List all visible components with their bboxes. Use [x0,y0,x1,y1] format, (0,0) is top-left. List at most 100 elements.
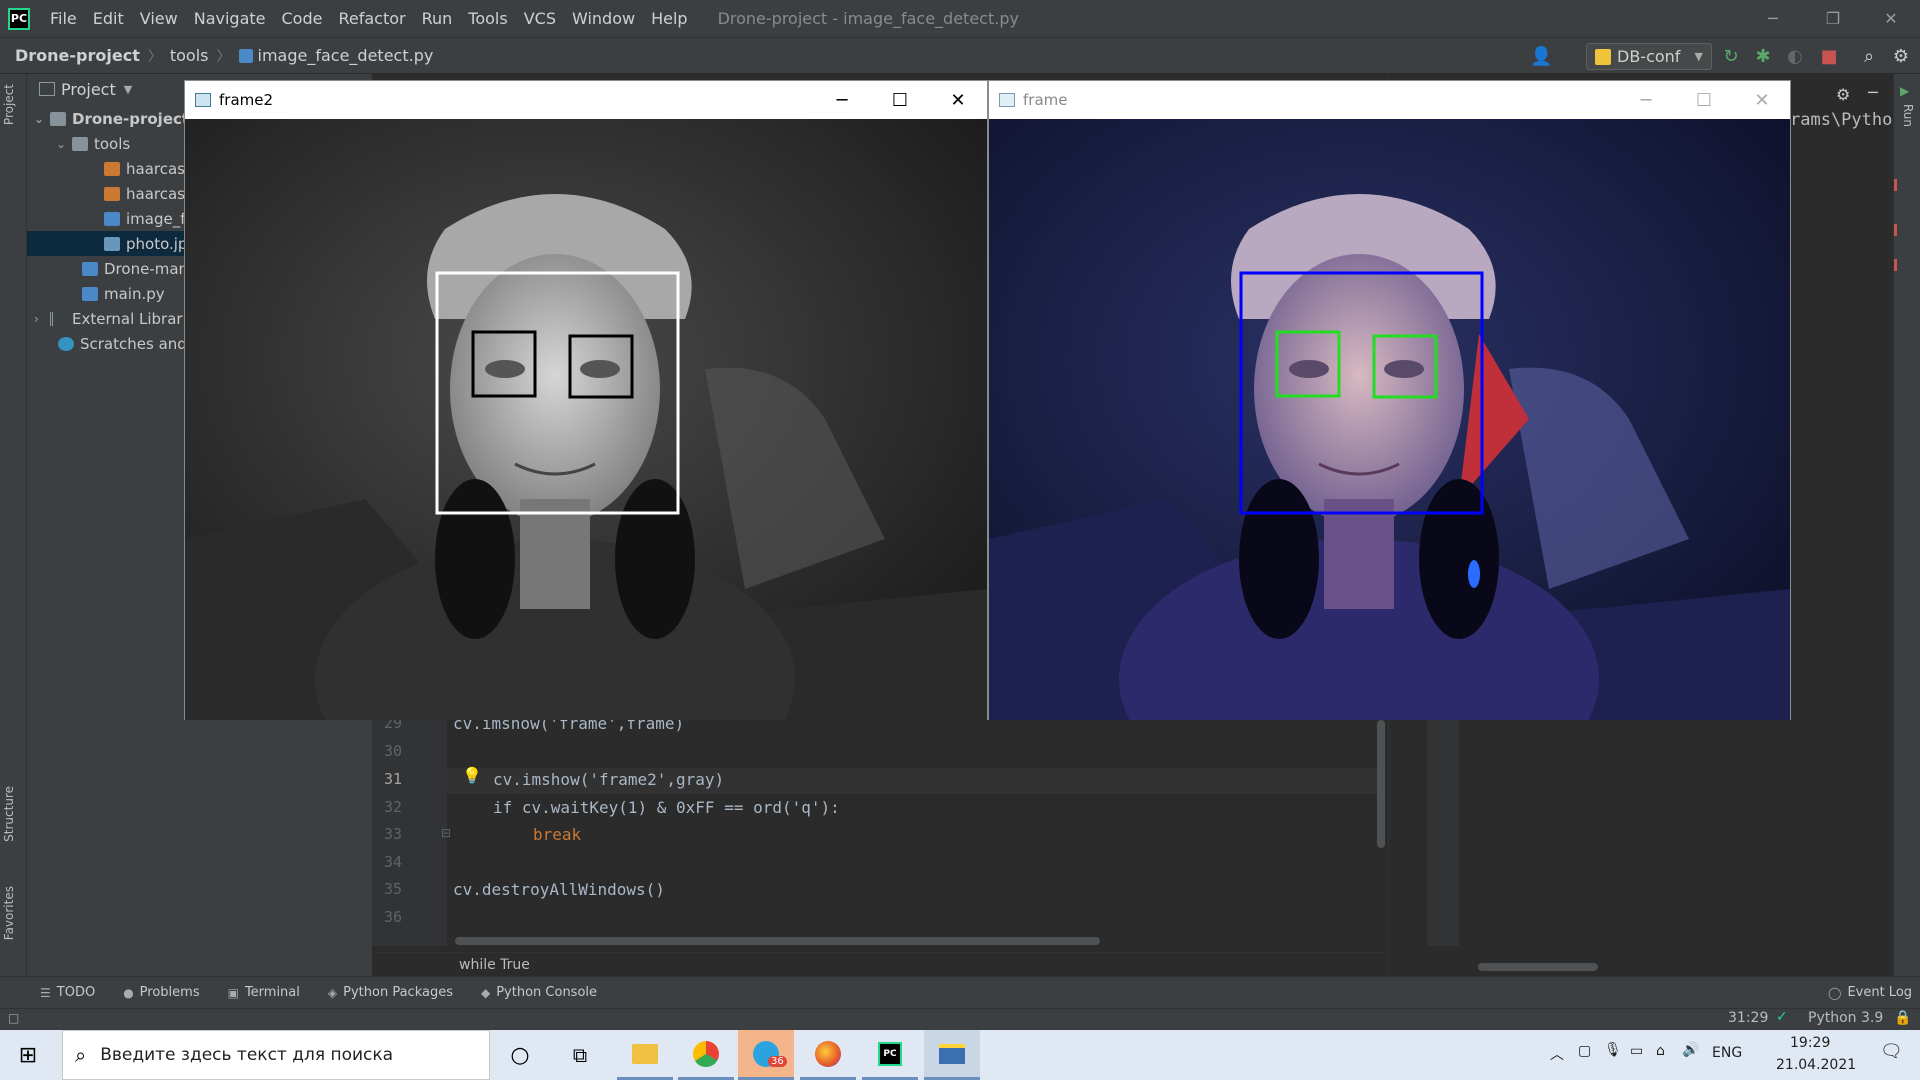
run-tool-tab[interactable]: Run [1901,104,1915,127]
caret-position[interactable]: 31:29 [1728,1010,1768,1026]
close-button[interactable]: ✕ [1862,0,1920,37]
cv-minimize-button[interactable]: ─ [1617,81,1675,119]
taskbar-file-explorer[interactable] [617,1030,673,1080]
restore-button[interactable]: ❐ [1804,0,1862,37]
settings-gear-icon[interactable]: ⚙ [1890,46,1912,68]
line-number: 34 [383,853,402,871]
taskbar-telegram[interactable]: 36 [738,1030,794,1080]
taskbar-firefox[interactable] [800,1030,856,1080]
notifications-icon[interactable]: 🗨 [1880,1041,1903,1062]
run-tab-play-icon: ▶ [1900,84,1910,98]
horizontal-scrollbar[interactable] [455,937,1100,945]
menu-tools[interactable]: Tools [460,9,515,28]
tree-item-haarcascade-2[interactable]: haarcasc [104,181,193,206]
cv-maximize-button[interactable]: ☐ [1675,81,1733,119]
python-file-icon [238,48,253,63]
run-settings-gear-icon[interactable]: ⚙ [1836,85,1850,104]
menu-run[interactable]: Run [414,9,461,28]
lock-icon[interactable]: 🔒 [1894,1010,1911,1026]
menu-edit[interactable]: Edit [85,9,132,28]
volume-icon[interactable]: 🔊 [1682,1042,1699,1058]
device-icon[interactable]: ▢ [1578,1043,1591,1059]
minimize-button[interactable]: ─ [1744,0,1802,37]
run-horizontal-scrollbar[interactable] [1478,963,1598,971]
run-configuration-select[interactable]: DB-conf ▼ [1586,43,1712,70]
start-button[interactable]: ⊞ [0,1030,56,1080]
opencv-window-frame2[interactable]: frame2 ─ ☐ ✕ [184,80,988,720]
menu-code[interactable]: Code [274,9,331,28]
rerun-icon[interactable]: ↻ [1720,46,1742,68]
network-icon[interactable]: ⌂ [1656,1043,1665,1059]
tree-item-drone-manager[interactable]: Drone-mana [82,256,197,281]
tab-todo[interactable]: ☰ TODO [40,985,95,1000]
cv-maximize-button[interactable]: ☐ [871,81,929,119]
terminal-icon: ▣ [227,985,239,1000]
tree-item-external-libraries[interactable]: › External Librarie [34,306,196,331]
breadcrumb-project[interactable]: Drone-project [15,46,140,65]
clock-date[interactable]: 21.04.2021 [1776,1057,1856,1073]
line-number: 32 [383,798,402,816]
taskbar-python-app[interactable] [924,1030,980,1080]
pycharm-status-icon: ✓ [1776,1009,1788,1025]
vertical-scrollbar[interactable] [1377,720,1385,848]
project-tool-tab[interactable]: Project [2,84,16,125]
tree-item-main-py[interactable]: main.py [82,281,165,306]
tab-python-packages[interactable]: ◈ Python Packages [328,985,453,1000]
project-view-icon [39,82,55,96]
menu-file[interactable]: File [42,9,85,28]
line-number: 31 [383,770,402,788]
menu-refactor[interactable]: Refactor [330,9,413,28]
cortana-button[interactable]: ○ [492,1030,548,1080]
taskbar-chrome[interactable] [678,1030,734,1080]
left-tool-stripe: Project Structure Favorites [0,74,27,976]
microphone-icon[interactable]: 🎙 [1604,1042,1622,1058]
interpreter-label[interactable]: Python 3.9 [1808,1010,1883,1026]
maximize-icon: ☐ [891,89,909,111]
breadcrumb-file[interactable]: image_face_detect.py [258,46,434,65]
pycharm-icon: PC [878,1041,902,1066]
cv-minimize-button[interactable]: ─ [813,81,871,119]
show-hidden-icons-chevron-icon[interactable]: ︿ [1550,1044,1564,1064]
tab-label: Problems [139,985,200,1000]
cv-close-button[interactable]: ✕ [929,81,987,119]
menu-window[interactable]: Window [564,9,643,28]
menu-help[interactable]: Help [643,9,695,28]
language-indicator[interactable]: ENG [1712,1045,1742,1061]
taskbar-pycharm[interactable]: PC [862,1030,918,1080]
tab-terminal[interactable]: ▣ Terminal [228,985,300,1000]
task-view-button[interactable]: ⧉ [552,1030,608,1080]
menu-vcs[interactable]: VCS [516,9,564,28]
tab-python-console[interactable]: ◆ Python Console [481,985,597,1000]
taskbar-search-box[interactable]: ⌕ Введите здесь текст для поиска [62,1030,490,1080]
hide-panel-icon[interactable]: ─ [1868,83,1878,102]
search-placeholder: Введите здесь текст для поиска [100,1045,394,1065]
tree-item-drone-project[interactable]: ⌄ Drone-project [34,106,189,131]
breadcrumb-folder[interactable]: tools [170,46,209,65]
menu-view[interactable]: View [132,9,186,28]
cv-close-button[interactable]: ✕ [1733,81,1791,119]
tab-problems[interactable]: ● Problems [123,985,199,1000]
debug-icon[interactable]: ✱ [1752,46,1774,68]
stop-icon[interactable]: ■ [1818,46,1840,68]
fold-marker-icon[interactable]: ⊟ [441,826,451,840]
lightbulb-icon[interactable]: 💡 [462,766,482,785]
panel-toggle-icon[interactable]: □ [8,1011,19,1025]
opencv-window-frame[interactable]: frame ─ ☐ ✕ [988,80,1791,720]
user-icon[interactable]: 👤 [1530,46,1552,68]
structure-tool-tab[interactable]: Structure [2,786,16,842]
code-breadcrumb[interactable]: while True [372,952,1388,976]
coverage-icon[interactable]: ◐ [1784,46,1806,68]
tree-item-scratches[interactable]: Scratches and C [58,331,202,356]
battery-icon[interactable]: ▭ [1630,1043,1643,1059]
menu-navigate[interactable]: Navigate [186,9,274,28]
tree-item-tools[interactable]: ⌄ tools [56,131,130,156]
clock-time[interactable]: 19:29 [1790,1035,1830,1051]
breadcrumb-separator: 〉 [147,48,162,65]
window-app-icon [999,93,1015,107]
code-line-32: if cv.waitKey(1) & 0xFF == ord('q'): [493,798,840,817]
event-log-button[interactable]: ◯ Event Log [1828,985,1912,1000]
search-icon[interactable]: ⌕ [1858,46,1880,68]
tree-item-image-face-detect[interactable]: image_fa [104,206,195,231]
tree-item-haarcascade-1[interactable]: haarcasc [104,156,193,181]
favorites-tool-tab[interactable]: Favorites [2,886,16,940]
